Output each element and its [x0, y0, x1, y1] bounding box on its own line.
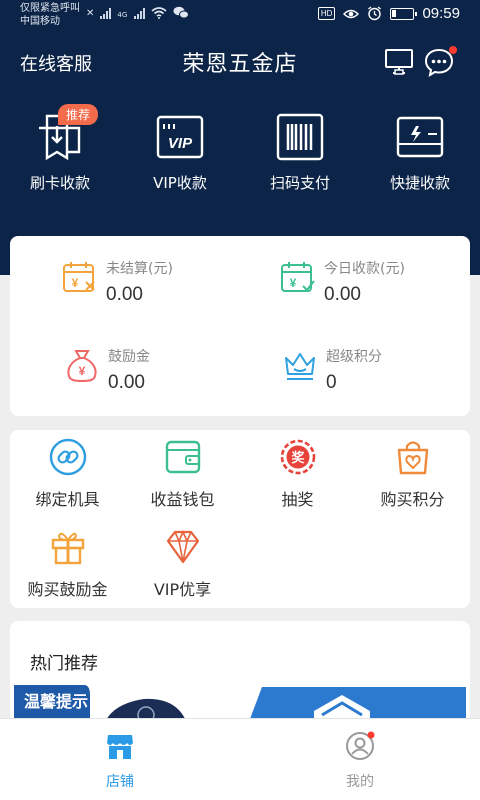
vip-privilege-button[interactable]: VIP优享 [125, 528, 240, 600]
lottery-label: 抽奖 [281, 490, 314, 509]
recommend-tag: 推荐 [58, 104, 99, 125]
nav-mine-label: 我的 [346, 774, 374, 790]
buy-points-label: 购买积分 [380, 490, 445, 509]
scan-pay-button[interactable]: 扫码支付 [240, 112, 360, 193]
super-points-stat[interactable]: 超级积分 0 [282, 346, 382, 394]
vip-card-icon: VIP [156, 115, 204, 159]
today-income-stat[interactable]: ¥ 今日收款(元) 0.00 [280, 258, 405, 306]
quick-payment-label: 快捷收款 [389, 174, 450, 192]
nav-store-label: 店铺 [106, 774, 134, 790]
vip-privilege-label: VIP优享 [153, 580, 212, 599]
status-bar: 仅限紧急呼叫 中国移动 ✕ 4G HD 09:59 [0, 0, 480, 30]
vip-payment-button[interactable]: VIP VIP收款 [120, 112, 240, 193]
quick-payment-button[interactable]: 快捷收款 [360, 112, 480, 193]
lottery-icon: 奖 [280, 439, 315, 475]
unsettled-value: 0.00 [106, 284, 143, 305]
wallet-icon [165, 440, 200, 474]
signal-icon-2 [134, 7, 146, 19]
battery-icon [390, 7, 418, 20]
bind-device-label: 绑定机具 [35, 490, 100, 509]
today-income-value: 0.00 [324, 284, 361, 305]
eye-icon [343, 9, 360, 18]
alarm-icon [368, 6, 382, 21]
unsettled-calendar-icon: ¥ [63, 262, 95, 292]
bottom-nav: 店铺 我的 [0, 718, 480, 800]
quick-pay-card-icon [396, 116, 444, 158]
lottery-button[interactable]: 奖 抽奖 [240, 438, 355, 510]
wifi-icon [151, 7, 167, 19]
stats-card: ¥ 未结算(元) 0.00 ¥ 今日收款(元) 0.00 ¥ 鼓励金 0.00 … [10, 236, 470, 416]
shopping-bag-icon [397, 441, 428, 475]
buy-incentive-label: 购买鼓励金 [27, 580, 108, 599]
super-points-value: 0 [326, 372, 337, 393]
store-icon [107, 735, 133, 759]
vip-icon-text: VIP [168, 135, 193, 152]
carrier-line-1: 仅限紧急呼叫 [20, 3, 80, 14]
buy-points-button[interactable]: 购买积分 [355, 438, 470, 510]
bind-device-button[interactable]: 绑定机具 [10, 438, 125, 510]
network-type-label: 4G [117, 11, 128, 19]
signal-icon-1 [100, 7, 112, 19]
scan-pay-label: 扫码支付 [269, 174, 330, 192]
notification-dot [449, 46, 457, 54]
carrier-line-2: 中国移动 [20, 16, 60, 27]
incentive-title: 鼓励金 [108, 349, 150, 365]
quick-actions: 推荐 刷卡收款 VIP VIP收款 扫码支付 快捷收款 [0, 104, 480, 193]
incentive-stat[interactable]: ¥ 鼓励金 0.00 [64, 346, 150, 394]
gift-icon [51, 532, 84, 565]
carrier-info: 仅限紧急呼叫 中国移动 [20, 2, 80, 28]
incentive-value: 0.00 [108, 372, 145, 393]
services-card: 绑定机具 收益钱包 奖 抽奖 购买积分 购买鼓励金 VIP优享 [10, 430, 470, 608]
today-calendar-icon: ¥ [281, 262, 315, 292]
buy-incentive-button[interactable]: 购买鼓励金 [10, 528, 125, 600]
banner-text: 温馨提示 [23, 692, 88, 711]
nav-mine[interactable]: 我的 [240, 719, 480, 800]
close-icon: ✕ [86, 8, 95, 19]
svg-text:¥: ¥ [79, 364, 86, 378]
nav-store[interactable]: 店铺 [0, 719, 240, 800]
status-right: HD 09:59 [317, 5, 460, 22]
income-wallet-label: 收益钱包 [150, 490, 215, 509]
money-bag-icon: ¥ [67, 350, 97, 383]
lottery-icon-text: 奖 [291, 450, 305, 466]
status-left-icons: ✕ 4G [86, 6, 190, 19]
svg-text:¥: ¥ [290, 276, 297, 290]
barcode-icon [276, 113, 324, 161]
clock-time: 09:59 [422, 5, 460, 22]
diamond-icon [166, 530, 199, 564]
desktop-icon[interactable] [383, 46, 415, 78]
wechat-icon [173, 6, 190, 19]
super-points-title: 超级积分 [326, 349, 382, 365]
today-income-title: 今日收款(元) [324, 261, 405, 277]
profile-icon [346, 731, 375, 760]
crown-icon [285, 353, 315, 380]
hd-badge: HD [317, 7, 336, 20]
unsettled-stat[interactable]: ¥ 未结算(元) 0.00 [62, 258, 173, 306]
hot-recommend-card: 热门推荐 温馨提示 [10, 621, 470, 731]
income-wallet-button[interactable]: 收益钱包 [125, 438, 240, 510]
card-payment-label: 刷卡收款 [29, 174, 90, 192]
online-service-link[interactable]: 在线客服 [20, 50, 92, 76]
unsettled-title: 未结算(元) [106, 261, 173, 277]
svg-text:¥: ¥ [72, 276, 79, 290]
card-payment-button[interactable]: 推荐 刷卡收款 [0, 104, 120, 193]
link-icon [49, 438, 86, 476]
message-icon[interactable] [423, 46, 457, 78]
vip-payment-label: VIP收款 [153, 174, 207, 192]
hot-recommend-title: 热门推荐 [30, 654, 98, 674]
